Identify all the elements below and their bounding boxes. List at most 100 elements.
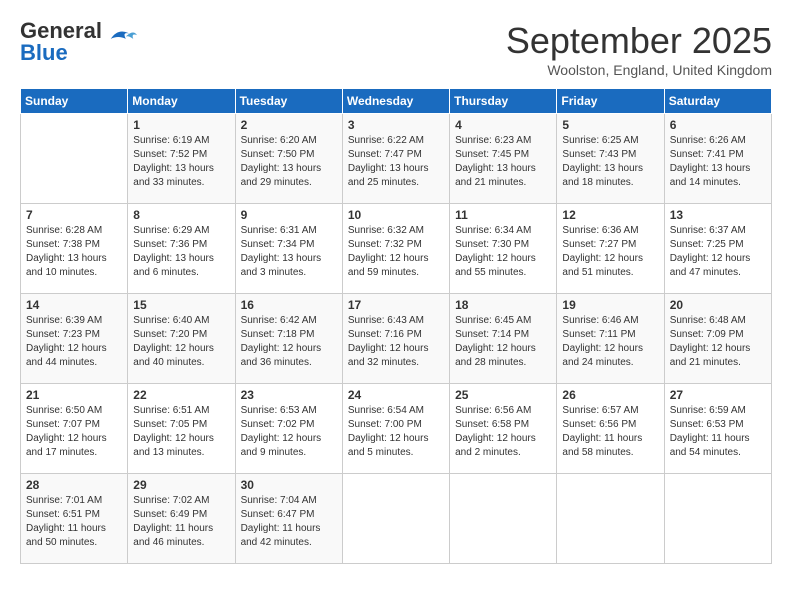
day-number: 26	[562, 388, 658, 402]
day-number: 13	[670, 208, 766, 222]
day-number: 2	[241, 118, 337, 132]
location: Woolston, England, United Kingdom	[506, 62, 772, 78]
calendar-week-row: 7 Sunrise: 6:28 AM Sunset: 7:38 PM Daylig…	[21, 204, 772, 294]
calendar-cell: 13 Sunrise: 6:37 AM Sunset: 7:25 PM Dayli…	[664, 204, 771, 294]
cell-content: Sunrise: 6:31 AM Sunset: 7:34 PM Dayligh…	[241, 224, 337, 280]
calendar-cell	[450, 474, 557, 564]
calendar-cell	[21, 114, 128, 204]
cell-content: Sunrise: 6:51 AM Sunset: 7:05 PM Dayligh…	[133, 404, 229, 460]
calendar-cell: 20Sunrise: 6:48 AM Sunset: 7:09 PM Dayli…	[664, 294, 771, 384]
calendar-week-row: 1 Sunrise: 6:19 AM Sunset: 7:52 PM Daylig…	[21, 114, 772, 204]
calendar-cell: 28 Sunrise: 7:01 AM Sunset: 6:51 PM Dayli…	[21, 474, 128, 564]
calendar-cell: 23Sunrise: 6:53 AM Sunset: 7:02 PM Dayli…	[235, 384, 342, 474]
cell-content: Sunrise: 6:32 AM Sunset: 7:32 PM Dayligh…	[348, 224, 444, 280]
day-number: 12	[562, 208, 658, 222]
header-tuesday: Tuesday	[235, 89, 342, 114]
month-title: September 2025	[506, 20, 772, 62]
day-number: 20	[670, 298, 766, 312]
calendar-cell: 22 Sunrise: 6:51 AM Sunset: 7:05 PM Dayli…	[128, 384, 235, 474]
cell-content: Sunrise: 6:56 AM Sunset: 6:58 PM Dayligh…	[455, 404, 551, 460]
cell-content: Sunrise: 7:02 AM Sunset: 6:49 PM Dayligh…	[133, 494, 229, 550]
calendar-week-row: 14 Sunrise: 6:39 AM Sunset: 7:23 PM Dayli…	[21, 294, 772, 384]
day-number: 3	[348, 118, 444, 132]
day-number: 18	[455, 298, 551, 312]
calendar-cell: 27 Sunrise: 6:59 AM Sunset: 6:53 PM Dayli…	[664, 384, 771, 474]
cell-content: Sunrise: 6:42 AM Sunset: 7:18 PM Dayligh…	[241, 314, 337, 370]
day-number: 15	[133, 298, 229, 312]
cell-content: Sunrise: 6:50 AM Sunset: 7:07 PM Dayligh…	[26, 404, 122, 460]
cell-content: Sunrise: 6:37 AM Sunset: 7:25 PM Dayligh…	[670, 224, 766, 280]
calendar-week-row: 28 Sunrise: 7:01 AM Sunset: 6:51 PM Dayli…	[21, 474, 772, 564]
header-friday: Friday	[557, 89, 664, 114]
day-number: 17	[348, 298, 444, 312]
day-number: 6	[670, 118, 766, 132]
cell-content: Sunrise: 6:45 AM Sunset: 7:14 PM Dayligh…	[455, 314, 551, 370]
cell-content: Sunrise: 6:20 AM Sunset: 7:50 PM Dayligh…	[241, 134, 337, 190]
day-number: 21	[26, 388, 122, 402]
header-sunday: Sunday	[21, 89, 128, 114]
cell-content: Sunrise: 6:34 AM Sunset: 7:30 PM Dayligh…	[455, 224, 551, 280]
calendar-cell: 15 Sunrise: 6:40 AM Sunset: 7:20 PM Dayli…	[128, 294, 235, 384]
cell-content: Sunrise: 6:57 AM Sunset: 6:56 PM Dayligh…	[562, 404, 658, 460]
cell-content: Sunrise: 6:23 AM Sunset: 7:45 PM Dayligh…	[455, 134, 551, 190]
day-number: 30	[241, 478, 337, 492]
cell-content: Sunrise: 6:46 AM Sunset: 7:11 PM Dayligh…	[562, 314, 658, 370]
cell-content: Sunrise: 6:40 AM Sunset: 7:20 PM Dayligh…	[133, 314, 229, 370]
day-number: 24	[348, 388, 444, 402]
calendar-cell: 24 Sunrise: 6:54 AM Sunset: 7:00 PM Dayli…	[342, 384, 449, 474]
calendar-cell: 16 Sunrise: 6:42 AM Sunset: 7:18 PM Dayli…	[235, 294, 342, 384]
calendar-cell: 30 Sunrise: 7:04 AM Sunset: 6:47 PM Dayli…	[235, 474, 342, 564]
calendar-cell: 26 Sunrise: 6:57 AM Sunset: 6:56 PM Dayli…	[557, 384, 664, 474]
logo-bird-icon	[107, 27, 137, 47]
calendar-cell: 9 Sunrise: 6:31 AM Sunset: 7:34 PM Daylig…	[235, 204, 342, 294]
calendar-cell: 7 Sunrise: 6:28 AM Sunset: 7:38 PM Daylig…	[21, 204, 128, 294]
calendar-cell: 8 Sunrise: 6:29 AM Sunset: 7:36 PM Daylig…	[128, 204, 235, 294]
calendar-cell	[557, 474, 664, 564]
calendar-cell: 21 Sunrise: 6:50 AM Sunset: 7:07 PM Dayli…	[21, 384, 128, 474]
cell-content: Sunrise: 6:28 AM Sunset: 7:38 PM Dayligh…	[26, 224, 122, 280]
header-thursday: Thursday	[450, 89, 557, 114]
cell-content: Sunrise: 6:43 AM Sunset: 7:16 PM Dayligh…	[348, 314, 444, 370]
cell-content: Sunrise: 6:29 AM Sunset: 7:36 PM Dayligh…	[133, 224, 229, 280]
calendar-week-row: 21 Sunrise: 6:50 AM Sunset: 7:07 PM Dayli…	[21, 384, 772, 474]
calendar-cell	[342, 474, 449, 564]
cell-content: Sunrise: 7:04 AM Sunset: 6:47 PM Dayligh…	[241, 494, 337, 550]
calendar-cell: 25Sunrise: 6:56 AM Sunset: 6:58 PM Dayli…	[450, 384, 557, 474]
logo-text: General Blue	[20, 20, 102, 64]
cell-content: Sunrise: 6:19 AM Sunset: 7:52 PM Dayligh…	[133, 134, 229, 190]
day-number: 22	[133, 388, 229, 402]
day-number: 28	[26, 478, 122, 492]
cell-content: Sunrise: 6:22 AM Sunset: 7:47 PM Dayligh…	[348, 134, 444, 190]
calendar-cell: 29Sunrise: 7:02 AM Sunset: 6:49 PM Dayli…	[128, 474, 235, 564]
calendar-cell: 18 Sunrise: 6:45 AM Sunset: 7:14 PM Dayli…	[450, 294, 557, 384]
logo-blue: Blue	[20, 40, 68, 65]
cell-content: Sunrise: 6:59 AM Sunset: 6:53 PM Dayligh…	[670, 404, 766, 460]
calendar-cell: 10Sunrise: 6:32 AM Sunset: 7:32 PM Dayli…	[342, 204, 449, 294]
calendar-header-row: SundayMondayTuesdayWednesdayThursdayFrid…	[21, 89, 772, 114]
day-number: 19	[562, 298, 658, 312]
day-number: 14	[26, 298, 122, 312]
calendar-cell: 2 Sunrise: 6:20 AM Sunset: 7:50 PM Daylig…	[235, 114, 342, 204]
header-saturday: Saturday	[664, 89, 771, 114]
calendar-cell: 5Sunrise: 6:25 AM Sunset: 7:43 PM Daylig…	[557, 114, 664, 204]
day-number: 27	[670, 388, 766, 402]
day-number: 23	[241, 388, 337, 402]
calendar-table: SundayMondayTuesdayWednesdayThursdayFrid…	[20, 88, 772, 564]
cell-content: Sunrise: 6:54 AM Sunset: 7:00 PM Dayligh…	[348, 404, 444, 460]
day-number: 16	[241, 298, 337, 312]
calendar-cell: 4Sunrise: 6:23 AM Sunset: 7:45 PM Daylig…	[450, 114, 557, 204]
cell-content: Sunrise: 6:39 AM Sunset: 7:23 PM Dayligh…	[26, 314, 122, 370]
calendar-cell: 3 Sunrise: 6:22 AM Sunset: 7:47 PM Daylig…	[342, 114, 449, 204]
day-number: 1	[133, 118, 229, 132]
calendar-cell: 19 Sunrise: 6:46 AM Sunset: 7:11 PM Dayli…	[557, 294, 664, 384]
title-block: September 2025 Woolston, England, United…	[506, 20, 772, 78]
day-number: 8	[133, 208, 229, 222]
header-monday: Monday	[128, 89, 235, 114]
cell-content: Sunrise: 6:36 AM Sunset: 7:27 PM Dayligh…	[562, 224, 658, 280]
day-number: 9	[241, 208, 337, 222]
day-number: 7	[26, 208, 122, 222]
cell-content: Sunrise: 6:26 AM Sunset: 7:41 PM Dayligh…	[670, 134, 766, 190]
cell-content: Sunrise: 7:01 AM Sunset: 6:51 PM Dayligh…	[26, 494, 122, 550]
day-number: 11	[455, 208, 551, 222]
logo: General Blue	[20, 20, 137, 64]
